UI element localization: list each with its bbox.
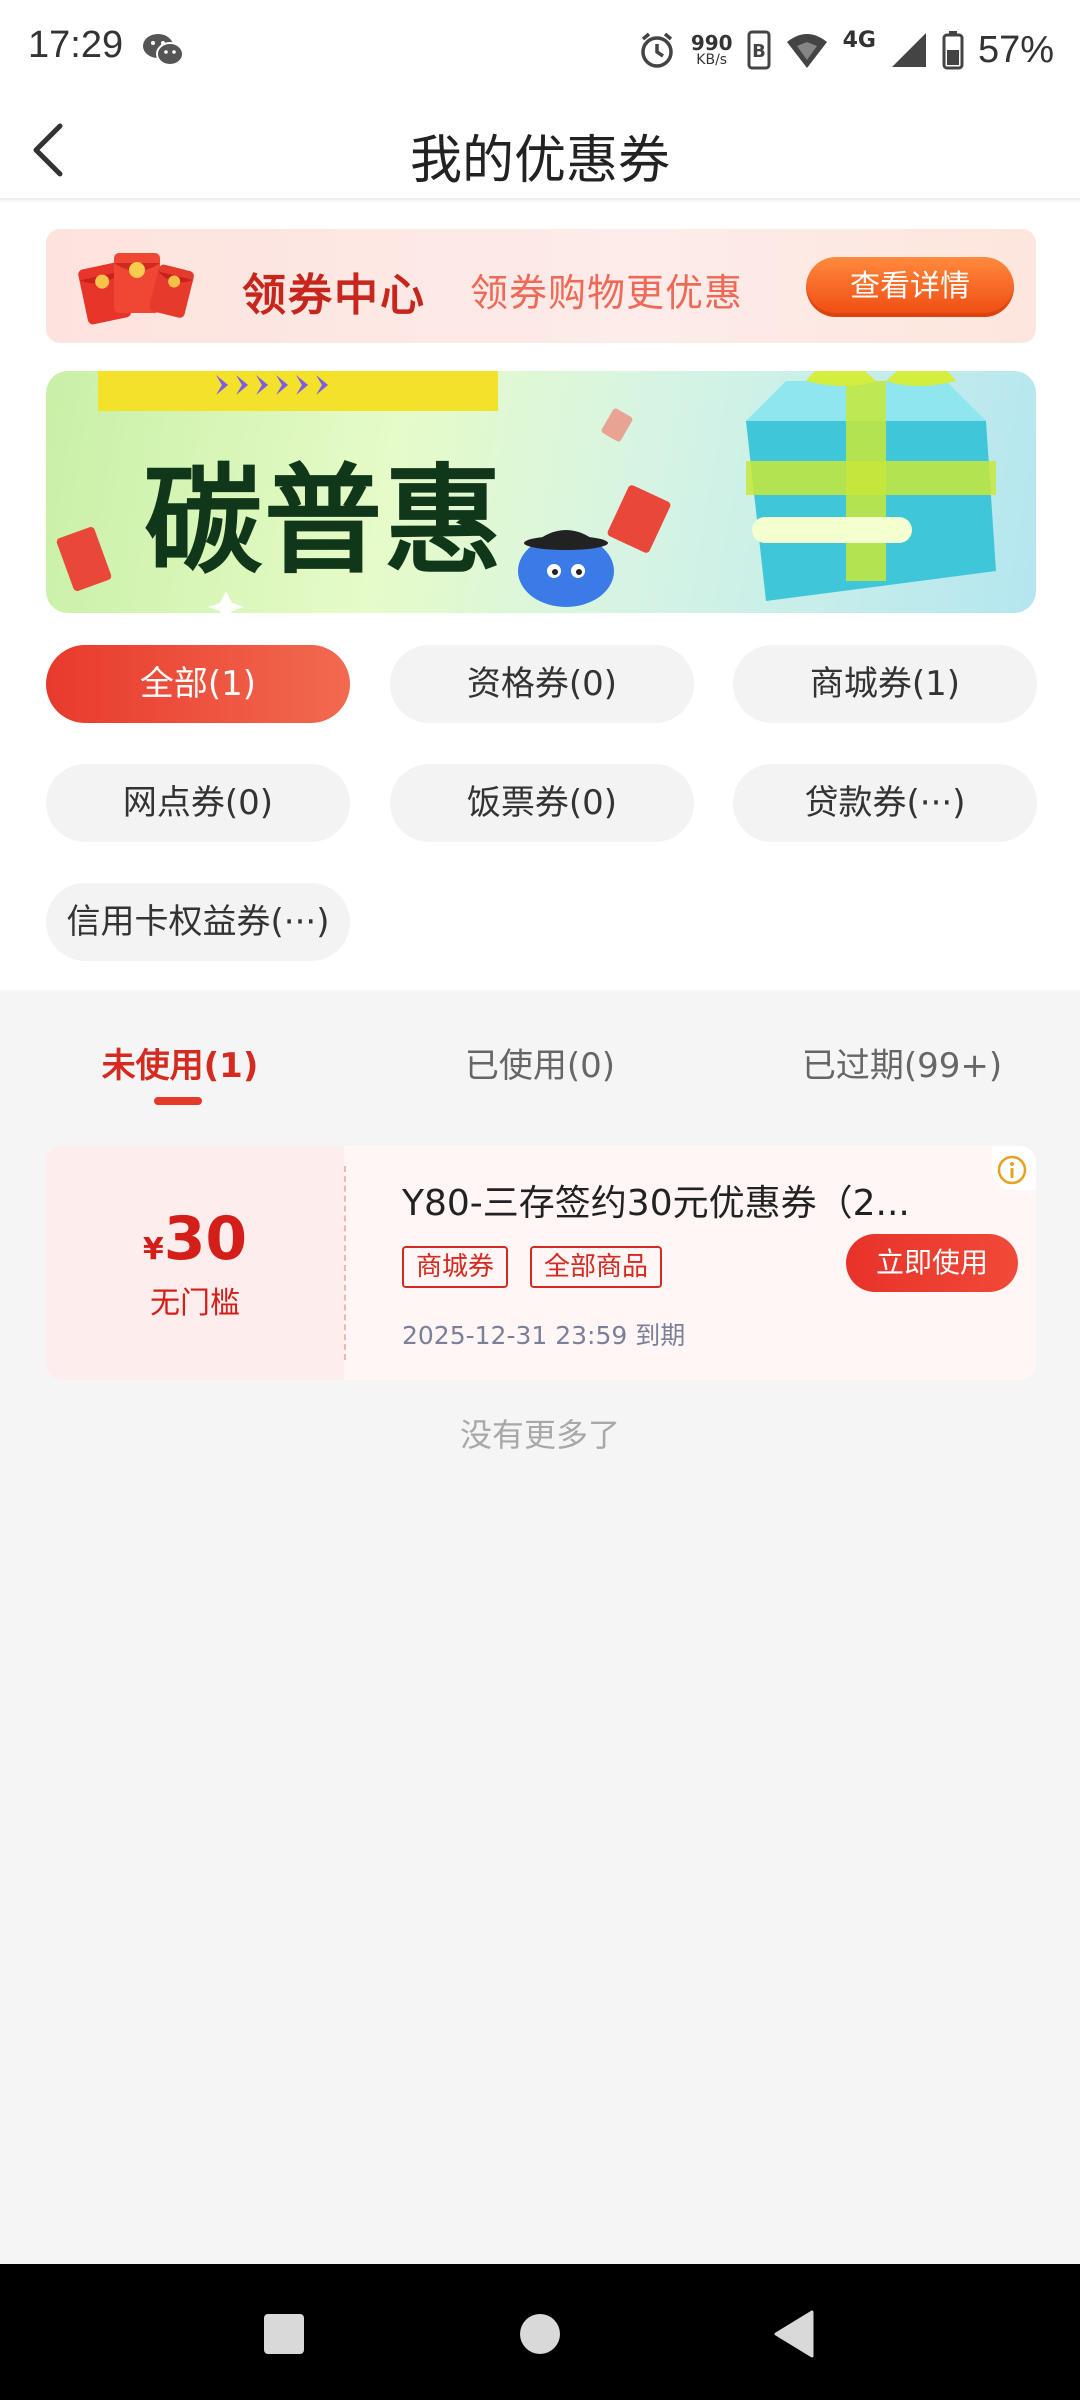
coupon-divider [344, 1166, 346, 1360]
wechat-icon [143, 34, 184, 66]
back-nav-icon[interactable] [772, 2310, 816, 2358]
tab-unused[interactable]: 未使用(1) [30, 1038, 330, 1087]
promo-banner[interactable]: 碳普惠 [46, 371, 1036, 613]
wifi-icon [786, 34, 827, 68]
no-more-text: 没有更多了 [459, 1416, 620, 1454]
use-now-button[interactable]: 立即使用 [846, 1234, 1018, 1292]
nav-bar: 我的优惠券 [0, 100, 1080, 200]
alarm-icon [641, 32, 673, 68]
coupon-title: Y80-三存签约30元优惠券（2... [402, 1183, 910, 1224]
tab-expired[interactable]: 已过期(99+) [752, 1038, 1052, 1087]
tab-used[interactable]: 已使用(0) [390, 1038, 690, 1087]
active-tab-indicator [154, 1097, 202, 1105]
chip-all[interactable]: 全部(1) [46, 645, 350, 723]
battery-percent: 57% [977, 28, 1054, 71]
recent-apps-icon[interactable] [262, 2312, 306, 2356]
coupon-center-subtitle: 领券购物更优惠 [470, 271, 744, 315]
coupon-tag-all-goods: 全部商品 [530, 1246, 663, 1288]
signal-icon [891, 33, 926, 67]
coupon-condition: 无门槛 [150, 1286, 240, 1321]
status-bar: 17:29 990 KB/s B 4G 57% [0, 0, 1080, 100]
coupon-expire-date: 2025-12-31 23:59 到期 [402, 1321, 686, 1350]
coupon-center-banner[interactable]: 领券中心 领券购物更优惠 查看详情 [46, 229, 1036, 343]
coupon-tag-mall: 商城券 [402, 1246, 509, 1288]
coupon-currency: ¥ [142, 1232, 164, 1267]
info-icon[interactable] [996, 1154, 1028, 1186]
chip-qualification[interactable]: 资格券(0) [390, 645, 694, 723]
network-type: 4G [842, 27, 876, 53]
hd-icon: B [747, 30, 771, 70]
chip-loan[interactable]: 贷款券(···) [733, 764, 1037, 842]
red-envelope-icon [78, 253, 194, 325]
chip-branch[interactable]: 网点券(0) [46, 764, 350, 842]
view-details-button[interactable]: 查看详情 [806, 257, 1014, 317]
chip-credit-card[interactable]: 信用卡权益券(···) [46, 883, 350, 961]
system-nav-bar [0, 2264, 1080, 2400]
battery-icon [942, 31, 964, 70]
coupon-value: 30 [163, 1204, 248, 1274]
net-speed: 990 KB/s [690, 31, 733, 68]
status-time: 17:29 [28, 24, 124, 66]
svg-text:B: B [752, 41, 766, 62]
chip-meal[interactable]: 饭票券(0) [390, 764, 694, 842]
coupon-center-title: 领券中心 [242, 270, 426, 321]
home-icon[interactable] [518, 2312, 562, 2356]
coupon-card: ¥30 无门槛 Y80-三存签约30元优惠券（2... 商城券 全部商品 202… [46, 1146, 1036, 1380]
chip-mall[interactable]: 商城券(1) [733, 645, 1037, 723]
page-title: 我的优惠券 [409, 131, 670, 191]
promo-banner-text: 碳普惠 [144, 452, 505, 590]
coupon-amount: ¥30 [46, 1204, 344, 1274]
